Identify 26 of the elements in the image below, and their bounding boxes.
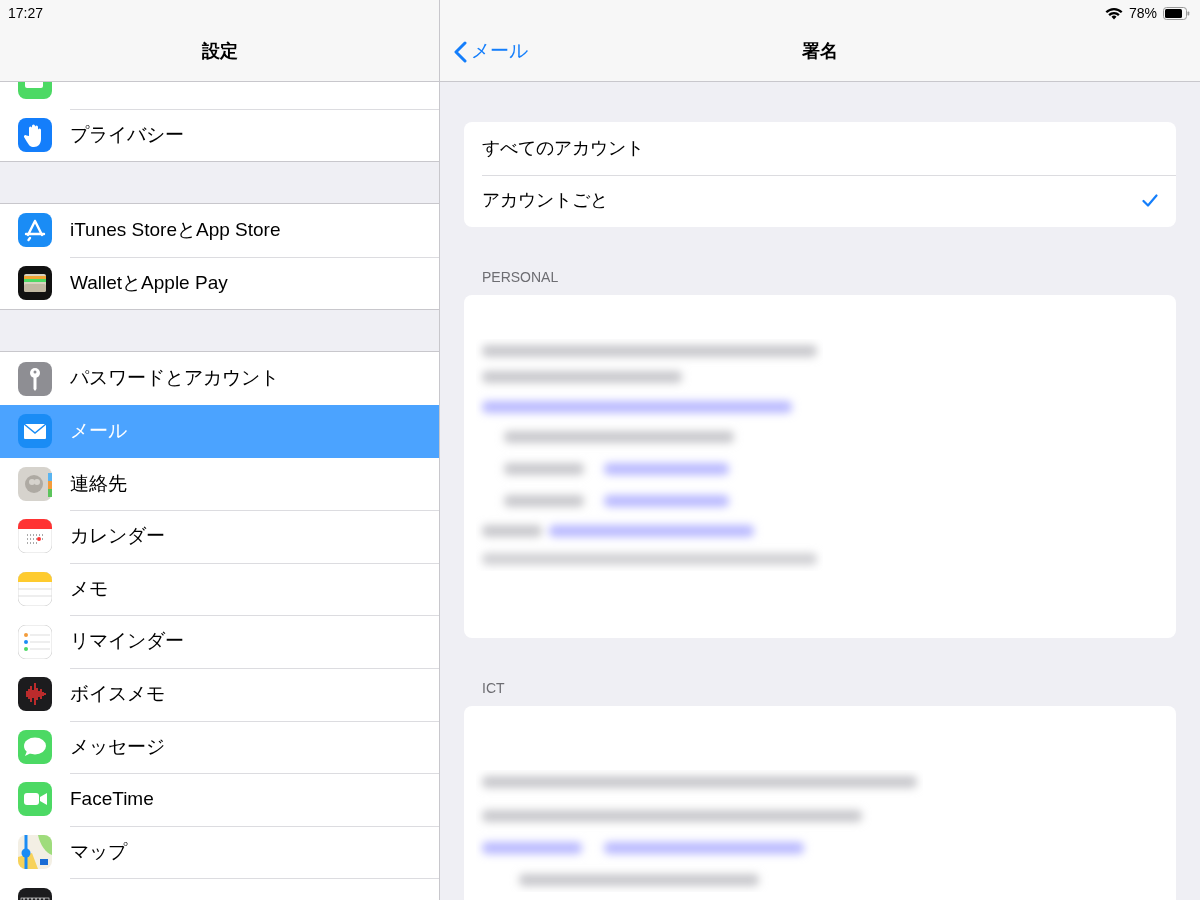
hand-icon [18,117,52,152]
contacts-icon [18,466,52,501]
detail-title: 署名 [802,40,838,63]
envelope-icon [18,414,52,449]
section-header: ICT [481,679,506,698]
checklist-icon [18,624,52,659]
wifi-icon [1104,6,1123,20]
chevron-icon [454,40,467,63]
video-camera-icon [18,782,52,817]
notepad-icon [18,572,52,607]
chat-bubble-icon [18,729,52,764]
waveform-icon [18,677,52,712]
section-header: PERSONAL [481,268,560,287]
app-store-icon [18,213,52,248]
option-row[interactable]: すべてのアカウント [464,122,1176,175]
checkmark-icon [1142,194,1158,208]
battery-icon [1163,6,1190,20]
map-icon [18,835,52,869]
sidebar-title: 設定 [201,40,238,63]
calendar-icon [18,519,52,554]
option-row[interactable]: アカウントごと [464,174,1176,227]
back-button[interactable]: メール [440,36,534,67]
status-time: 17:27 [8,3,44,23]
key-icon [18,361,52,396]
wallet-icon [18,266,52,301]
battery-percent: 78% [1128,3,1157,23]
